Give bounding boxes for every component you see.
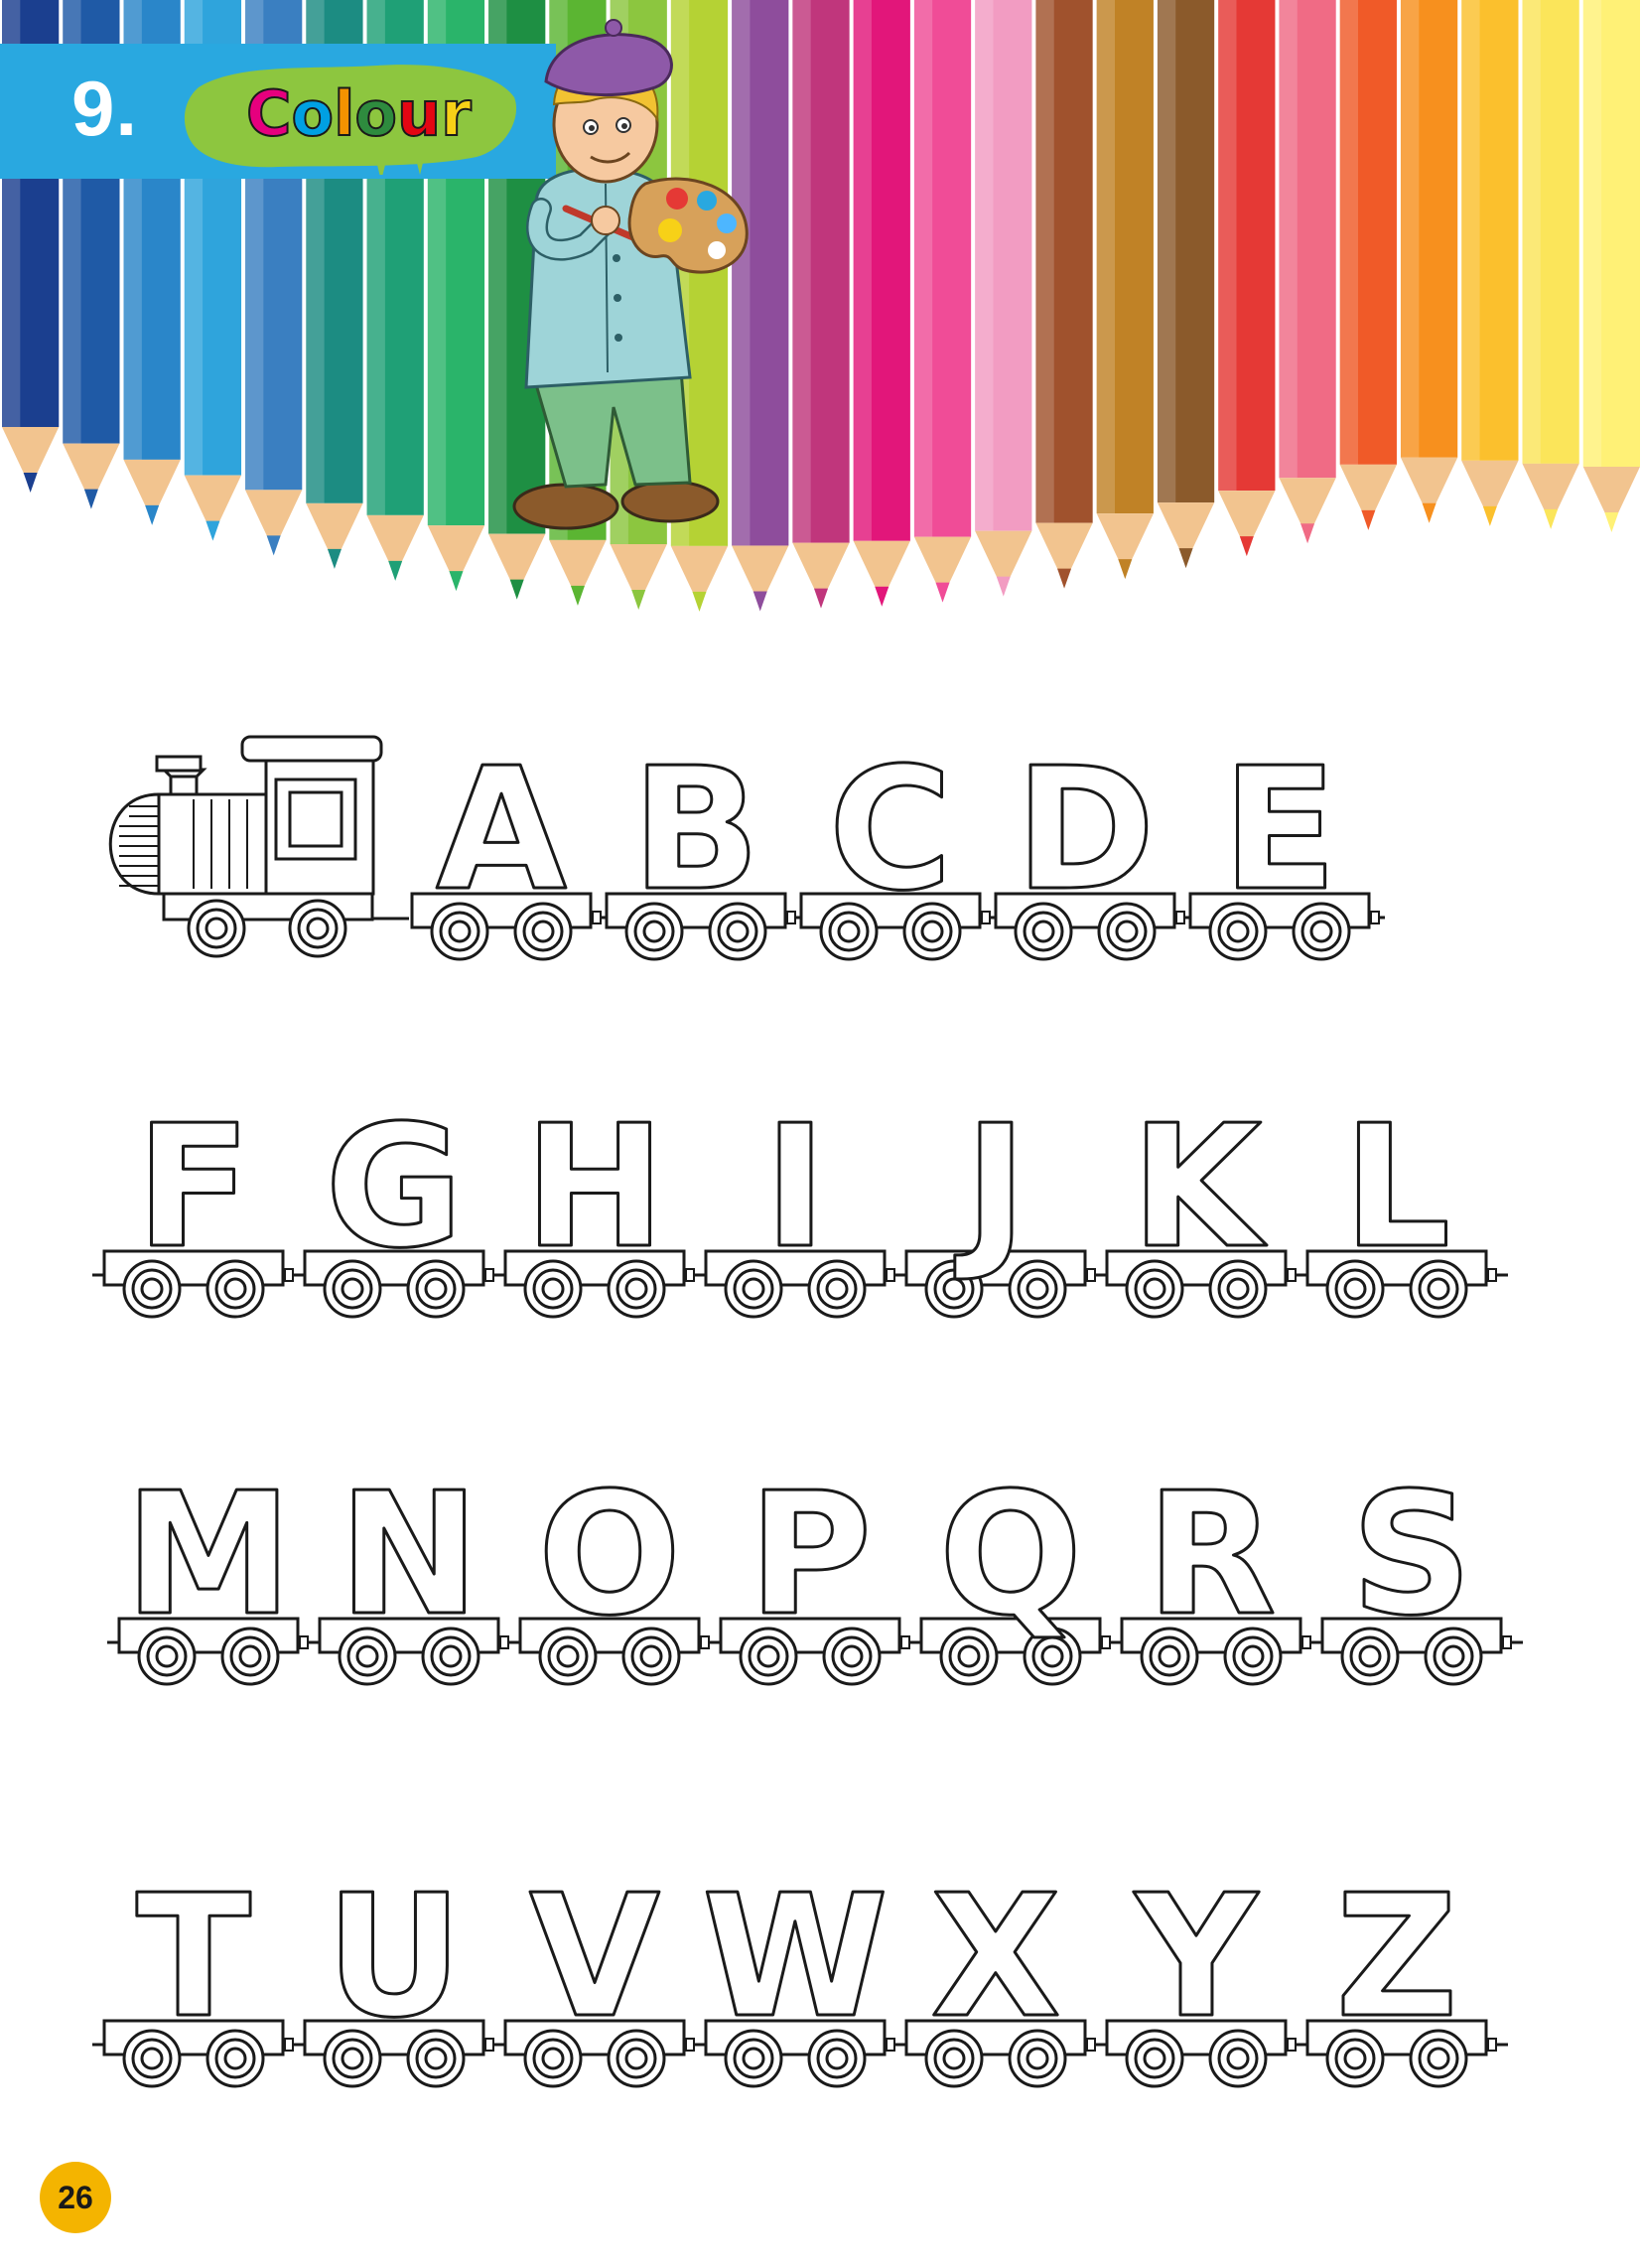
outline-letter-d: D — [1015, 732, 1155, 928]
outline-letter-f: F — [136, 1089, 251, 1286]
chimney-cap — [155, 755, 203, 773]
locomotive-nose — [108, 792, 161, 896]
coupling-hook — [786, 911, 796, 924]
coupling-hook — [484, 1268, 494, 1282]
coupling-hook — [1370, 911, 1380, 924]
outline-letter-g: G — [325, 1089, 464, 1286]
outline-letter-o: O — [538, 1457, 682, 1653]
train-car: U — [303, 1858, 505, 2088]
train-car: D — [994, 731, 1190, 961]
train-car: L — [1305, 1088, 1508, 1319]
coupling-hook — [284, 1268, 294, 1282]
coupling-hook — [981, 911, 991, 924]
coupling-hook — [499, 1635, 509, 1649]
coupling-hook — [284, 2038, 294, 2052]
train-car: Z — [1305, 1858, 1508, 2088]
alphabet-train-worksheet: A B C D E F G H I J K L M N O P Q R S T U V W X Y Z — [92, 731, 1523, 2088]
outline-letter-b: B — [631, 732, 760, 928]
train-car: X — [904, 1858, 1107, 2088]
train-car: V — [503, 1858, 706, 2088]
coupling-hook — [1502, 1635, 1512, 1649]
train-car: O — [518, 1456, 721, 1686]
coupling-hook — [1301, 1635, 1311, 1649]
cab-roof — [240, 735, 383, 763]
coupling-hook — [1487, 1268, 1497, 1282]
outline-letter-h: H — [524, 1089, 665, 1286]
coupling-hook — [299, 1635, 309, 1649]
train-car: H — [503, 1088, 706, 1319]
train-car: T — [92, 1858, 305, 2088]
coupling-hook — [1175, 911, 1185, 924]
coupling-hook — [685, 2038, 695, 2052]
outline-letter-u: U — [326, 1859, 463, 2055]
cab-window — [288, 790, 343, 848]
outline-letter-c: C — [829, 732, 953, 928]
train-car: P — [719, 1456, 921, 1686]
train-car: I — [704, 1088, 906, 1319]
outline-letter-j: J — [954, 1089, 1026, 1286]
outline-letter-n: N — [339, 1457, 479, 1653]
outline-letter-r: R — [1147, 1457, 1277, 1653]
train-car: B — [605, 731, 801, 961]
outline-letter-v: V — [529, 1859, 660, 2055]
locomotive-boiler — [157, 792, 270, 896]
train-car: F — [92, 1088, 305, 1319]
train-car: Y — [1105, 1858, 1307, 2088]
coupling-hook — [1287, 2038, 1297, 2052]
coupling-hook — [1487, 2038, 1497, 2052]
coupling-hook — [1287, 1268, 1297, 1282]
train-car: N — [318, 1456, 520, 1686]
coupling-hook — [1101, 1635, 1111, 1649]
train-car: W — [701, 1858, 906, 2088]
coupling-hook — [592, 911, 602, 924]
train-car: J — [904, 1088, 1107, 1319]
outline-letter-l: L — [1343, 1089, 1450, 1286]
coupling-hook — [700, 1635, 710, 1649]
outline-letter-t: T — [136, 1859, 251, 2055]
train-car: A — [410, 731, 607, 961]
outline-letter-s: S — [1351, 1457, 1472, 1653]
coupling-hook — [1086, 1268, 1096, 1282]
train-car: M — [107, 1456, 320, 1686]
train-car: R — [1120, 1456, 1322, 1686]
coupling-hook — [685, 1268, 695, 1282]
outline-letter-q: Q — [939, 1457, 1083, 1653]
outline-letter-p: P — [749, 1457, 873, 1653]
locomotive-chimney — [160, 768, 207, 796]
train-car: G — [303, 1088, 505, 1319]
coupling-hook — [900, 1635, 910, 1649]
outline-letter-m: M — [124, 1457, 292, 1653]
outline-letter-x: X — [930, 1859, 1060, 2055]
train-car: S — [1320, 1456, 1523, 1686]
train-car: E — [1188, 731, 1385, 961]
train-car: C — [799, 731, 996, 961]
outline-letter-w: W — [702, 1859, 889, 2055]
outline-letter-e: E — [1222, 732, 1337, 928]
train-car: Q — [919, 1456, 1122, 1686]
page-number-badge: 26 — [40, 2162, 111, 2233]
outline-letter-z: Z — [1335, 1859, 1457, 2055]
outline-letter-i: I — [763, 1089, 826, 1286]
coupling-hook — [484, 2038, 494, 2052]
outline-letter-a: A — [436, 732, 567, 928]
outline-letter-y: Y — [1133, 1859, 1259, 2055]
locomotive — [108, 735, 409, 958]
coupling-hook — [886, 1268, 895, 1282]
outline-letter-k: K — [1131, 1089, 1267, 1286]
train-car: K — [1105, 1088, 1307, 1319]
coupling-hook — [1086, 2038, 1096, 2052]
